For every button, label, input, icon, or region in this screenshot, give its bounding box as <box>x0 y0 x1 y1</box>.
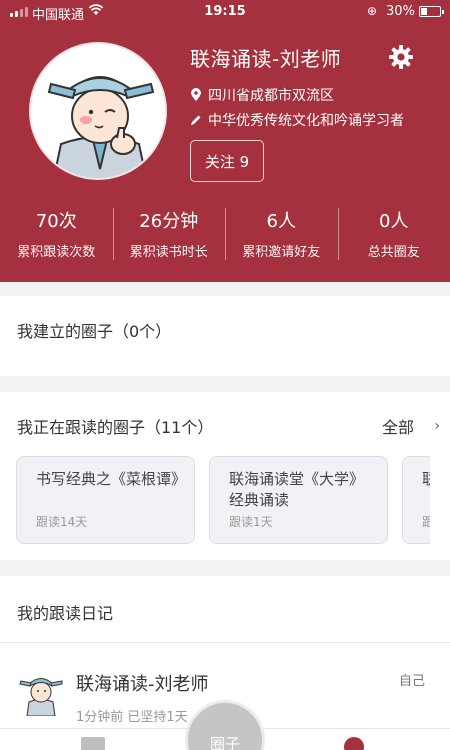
follow-button[interactable]: 关注 9 <box>190 140 264 182</box>
circle-card-days: 跟 <box>422 515 430 529</box>
pen-icon <box>191 115 201 125</box>
rotation-lock-icon: ⊕ <box>367 4 378 18</box>
post-self-tag: 自己 <box>398 674 425 689</box>
location-text: 四川省成都市双流区 <box>208 88 334 104</box>
stat-label: 累积邀请好友 <box>242 245 321 260</box>
status-bar: 中国联通 19:15 ⊕ 30% <box>0 0 450 24</box>
circle-card-days: 跟读14天 <box>36 515 88 529</box>
avatar[interactable] <box>29 42 167 180</box>
following-circles-title: 我正在跟读的圈子（11个） <box>17 418 214 437</box>
profile-name: 联海诵读-刘老师 <box>190 47 342 71</box>
stat-label: 累积跟读次数 <box>17 245 96 260</box>
stat-label: 总共圈友 <box>367 245 420 260</box>
following-circles-section: 我正在跟读的圈子（11个） 全部 › 书写经典之《菜根谭》 跟读14天 联海诵读… <box>0 392 450 560</box>
stat-read-count: 70次 累积跟读次数 <box>0 204 113 266</box>
book-icon[interactable] <box>81 737 105 750</box>
diary-title: 我的跟读日记 <box>17 604 114 623</box>
battery-icon <box>419 6 444 17</box>
circle-cards[interactable]: 书写经典之《菜根谭》 跟读14天 联海诵读堂《大学》经典诵读 跟读1天 联 跟 <box>16 456 430 546</box>
see-all-link[interactable]: 全部 <box>382 414 414 438</box>
profile-header: 联海诵读-刘老师 四川省成都市双流区 中华优秀传统文化和吟诵学习者 关注 9 7… <box>0 24 450 282</box>
circle-card[interactable]: 联 跟 <box>402 456 430 544</box>
post-author-name[interactable]: 联海诵读-刘老师 <box>76 670 209 696</box>
clock: 19:15 <box>204 4 246 19</box>
stat-value: 6人 <box>266 211 296 232</box>
stat-value: 26分钟 <box>139 211 199 232</box>
created-circles-section[interactable]: 我建立的圈子（0个） <box>0 296 450 376</box>
stat-invited-friends: 6人 累积邀请好友 <box>225 204 338 266</box>
location-line: 四川省成都市双流区 <box>190 85 334 105</box>
chevron-right-icon[interactable]: › <box>434 418 440 434</box>
stat-label: 累积读书时长 <box>129 245 208 260</box>
scholar-illustration <box>31 44 165 178</box>
circle-card-title: 联 <box>422 470 430 488</box>
circle-card[interactable]: 书写经典之《菜根谭》 跟读14天 <box>16 456 195 544</box>
stat-value: 70次 <box>35 211 77 232</box>
gear-icon[interactable] <box>388 44 414 70</box>
profile-tab-icon[interactable] <box>344 737 364 750</box>
stat-read-time: 26分钟 累积读书时长 <box>112 204 226 266</box>
stats-row: 70次 累积跟读次数 26分钟 累积读书时长 6人 累积邀请好友 0人 总共圈友 <box>0 204 450 266</box>
post-meta: 1分钟前 已坚持1天 <box>76 710 188 725</box>
post-avatar[interactable] <box>19 666 63 716</box>
divider <box>0 642 450 643</box>
bio-line: 中华优秀传统文化和吟诵学习者 <box>190 110 404 130</box>
location-pin-icon <box>191 88 201 101</box>
created-circles-title: 我建立的圈子（0个） <box>17 322 172 341</box>
circle-card-title: 书写经典之《菜根谭》 <box>36 470 187 488</box>
stat-value: 0人 <box>379 211 409 232</box>
circle-card-title: 联海诵读堂《大学》经典诵读 <box>229 470 365 509</box>
bio-text: 中华优秀传统文化和吟诵学习者 <box>208 113 404 129</box>
circle-card[interactable]: 联海诵读堂《大学》经典诵读 跟读1天 <box>209 456 388 544</box>
circle-card-days: 跟读1天 <box>229 515 273 529</box>
battery-percent: 30% <box>386 4 415 19</box>
stat-circle-friends: 0人 总共圈友 <box>337 204 450 266</box>
